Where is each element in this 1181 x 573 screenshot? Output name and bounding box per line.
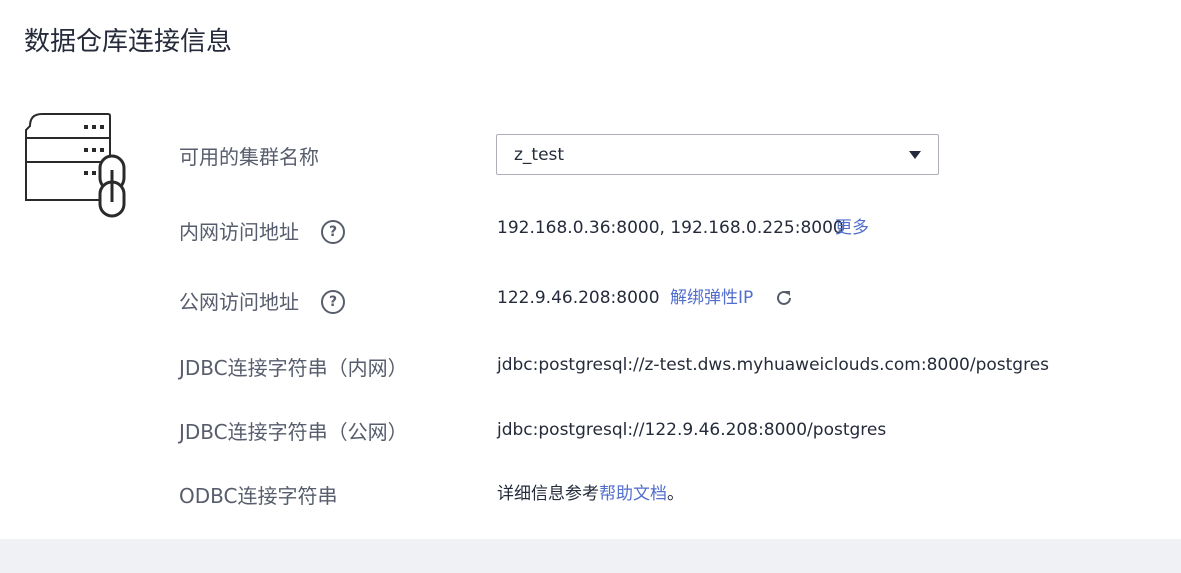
cluster-select-value: z_test: [514, 145, 565, 165]
cluster-select[interactable]: z_test: [496, 134, 939, 175]
private-address-value: 192.168.0.36:8000, 192.168.0.225:8000: [497, 216, 844, 240]
cluster-name-label: 可用的集群名称: [179, 145, 319, 169]
jdbc-public-value: jdbc:postgresql://122.9.46.208:8000/post…: [497, 420, 887, 440]
footer-band: [0, 539, 1181, 573]
jdbc-private-label: JDBC连接字符串（内网）: [179, 356, 408, 380]
jdbc-public-label: JDBC连接字符串（公网）: [179, 420, 408, 444]
more-link[interactable]: 更多: [835, 216, 869, 240]
public-address-value: 122.9.46.208:8000: [497, 288, 660, 308]
public-address-label: 公网访问地址: [179, 290, 299, 314]
question-circle-icon[interactable]: ?: [321, 220, 345, 244]
private-address-text: 192.168.0.36:8000, 192.168.0.225:8000: [497, 218, 844, 238]
odbc-value: 详细信息参考帮助文档。: [497, 482, 684, 506]
refresh-icon[interactable]: [775, 289, 793, 307]
odbc-suffix: 。: [667, 484, 684, 504]
help-doc-link[interactable]: 帮助文档: [599, 484, 667, 504]
odbc-prefix: 详细信息参考: [497, 484, 599, 504]
unbind-eip-link[interactable]: 解绑弹性IP: [670, 286, 753, 310]
server-link-icon: [25, 113, 126, 218]
page-title: 数据仓库连接信息: [24, 27, 233, 57]
private-address-label: 内网访问地址: [179, 220, 299, 244]
jdbc-private-value: jdbc:postgresql://z-test.dws.myhuaweiclo…: [497, 355, 1050, 375]
odbc-label: ODBC连接字符串: [179, 484, 338, 508]
caret-down-icon: [909, 151, 921, 159]
question-circle-icon[interactable]: ?: [321, 290, 345, 314]
